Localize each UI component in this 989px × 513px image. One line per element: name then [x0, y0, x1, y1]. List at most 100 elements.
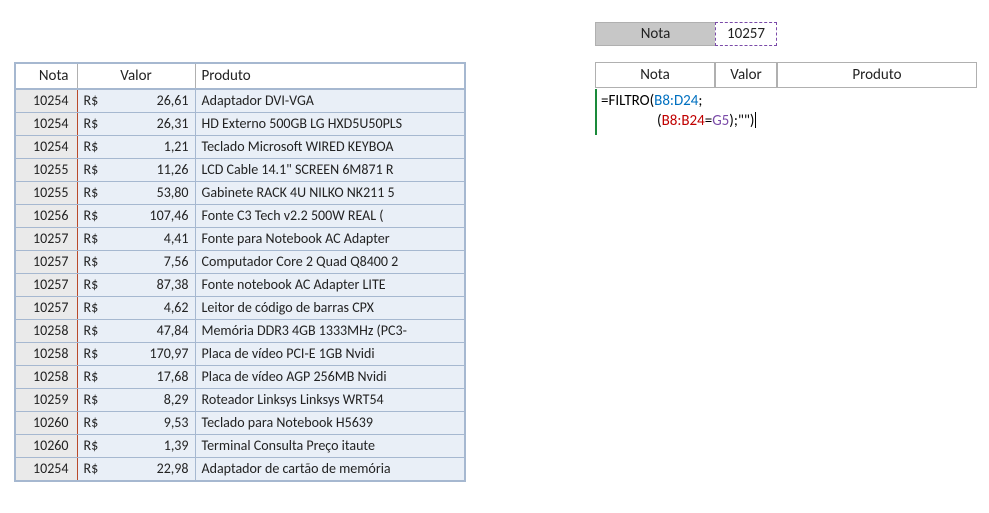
cell-currency[interactable]: R$: [77, 251, 111, 274]
lookup-label-cell[interactable]: Nota: [595, 22, 715, 46]
cell-nota[interactable]: 10255: [15, 159, 77, 182]
cell-currency[interactable]: R$: [77, 205, 111, 228]
cell-currency[interactable]: R$: [77, 89, 111, 113]
cell-valor[interactable]: 8,29: [111, 389, 195, 412]
table-row[interactable]: 10257R$7,56Computador Core 2 Quad Q8400 …: [15, 251, 465, 274]
cell-nota[interactable]: 10256: [15, 205, 77, 228]
text-caret: [755, 112, 756, 128]
cell-valor[interactable]: 26,61: [111, 89, 195, 113]
cell-nota[interactable]: 10257: [15, 251, 77, 274]
cell-produto[interactable]: Roteador Linksys Linksys WRT54: [195, 389, 465, 412]
table-row[interactable]: 10258R$47,84Memória DDR3 4GB 1333MHz (PC…: [15, 320, 465, 343]
cell-currency[interactable]: R$: [77, 297, 111, 320]
cell-produto[interactable]: Fonte notebook AC Adapter LITE: [195, 274, 465, 297]
formula-close2: );: [729, 112, 738, 130]
table-row[interactable]: 10260R$1,39Terminal Consulta Preço itaut…: [15, 435, 465, 458]
cell-produto[interactable]: Adaptador de cartão de memória: [195, 458, 465, 482]
cell-nota[interactable]: 10255: [15, 182, 77, 205]
table-row[interactable]: 10258R$17,68Placa de vídeo AGP 256MB Nvi…: [15, 366, 465, 389]
cell-currency[interactable]: R$: [77, 366, 111, 389]
cell-produto[interactable]: LCD Cable 14.1" SCREEN 6M871 R: [195, 159, 465, 182]
formula-edit-cell[interactable]: =FILTRO(B8:D24; (B8:B24=G5);""): [595, 89, 785, 135]
cell-valor[interactable]: 22,98: [111, 458, 195, 482]
cell-valor[interactable]: 53,80: [111, 182, 195, 205]
cell-currency[interactable]: R$: [77, 113, 111, 136]
cell-currency[interactable]: R$: [77, 228, 111, 251]
cell-produto[interactable]: Placa de vídeo AGP 256MB Nvidi: [195, 366, 465, 389]
header-valor: Valor: [77, 63, 195, 89]
cell-produto[interactable]: HD Externo 500GB LG HXD5U50PLS: [195, 113, 465, 136]
cell-valor[interactable]: 1,21: [111, 136, 195, 159]
cell-valor[interactable]: 87,38: [111, 274, 195, 297]
cell-currency[interactable]: R$: [77, 343, 111, 366]
cell-valor[interactable]: 1,39: [111, 435, 195, 458]
cell-nota[interactable]: 10257: [15, 297, 77, 320]
cell-nota[interactable]: 10258: [15, 343, 77, 366]
cell-nota[interactable]: 10254: [15, 113, 77, 136]
cell-valor[interactable]: 7,56: [111, 251, 195, 274]
table-row[interactable]: 10259R$8,29Roteador Linksys Linksys WRT5…: [15, 389, 465, 412]
cell-produto[interactable]: Gabinete RACK 4U NILKO NK211 5: [195, 182, 465, 205]
cell-valor[interactable]: 47,84: [111, 320, 195, 343]
cell-valor[interactable]: 4,62: [111, 297, 195, 320]
cell-currency[interactable]: R$: [77, 182, 111, 205]
table-row[interactable]: 10254R$22,98Adaptador de cartão de memór…: [15, 458, 465, 482]
formula-cell-ref: G5: [712, 112, 729, 130]
formula-range2: B8:B24: [662, 112, 705, 130]
cell-nota[interactable]: 10254: [15, 458, 77, 482]
cell-produto[interactable]: Terminal Consulta Preço itaute: [195, 435, 465, 458]
result-header-row: Nota Valor Produto: [595, 62, 977, 88]
cell-produto[interactable]: Fonte para Notebook AC Adapter: [195, 228, 465, 251]
table-row[interactable]: 10257R$87,38Fonte notebook AC Adapter LI…: [15, 274, 465, 297]
cell-produto[interactable]: Computador Core 2 Quad Q8400 2: [195, 251, 465, 274]
cell-nota[interactable]: 10258: [15, 366, 77, 389]
cell-produto[interactable]: Fonte C3 Tech v2.2 500W REAL (: [195, 205, 465, 228]
cell-produto[interactable]: Teclado para Notebook H5639: [195, 412, 465, 435]
table-row[interactable]: 10257R$4,41Fonte para Notebook AC Adapte…: [15, 228, 465, 251]
cell-valor[interactable]: 107,46: [111, 205, 195, 228]
cell-currency[interactable]: R$: [77, 159, 111, 182]
table-header-row: Nota Valor Produto: [15, 63, 465, 89]
cell-nota[interactable]: 10260: [15, 435, 77, 458]
cell-nota[interactable]: 10258: [15, 320, 77, 343]
formula-range1: B8:D24: [654, 92, 698, 110]
table-row[interactable]: 10257R$4,62Leitor de código de barras CP…: [15, 297, 465, 320]
cell-valor[interactable]: 26,31: [111, 113, 195, 136]
cell-produto[interactable]: Teclado Microsoft WIRED KEYBOA: [195, 136, 465, 159]
table-row[interactable]: 10258R$170,97Placa de vídeo PCI-E 1GB Nv…: [15, 343, 465, 366]
cell-currency[interactable]: R$: [77, 435, 111, 458]
table-body: 10254R$26,61Adaptador DVI-VGA10254R$26,3…: [15, 89, 465, 481]
table-row[interactable]: 10254R$26,61Adaptador DVI-VGA: [15, 89, 465, 113]
table-row[interactable]: 10256R$107,46Fonte C3 Tech v2.2 500W REA…: [15, 205, 465, 228]
cell-nota[interactable]: 10254: [15, 136, 77, 159]
cell-produto[interactable]: Placa de vídeo PCI-E 1GB Nvidi: [195, 343, 465, 366]
cell-produto[interactable]: Adaptador DVI-VGA: [195, 89, 465, 113]
table-row[interactable]: 10255R$11,26LCD Cable 14.1" SCREEN 6M871…: [15, 159, 465, 182]
cell-valor[interactable]: 170,97: [111, 343, 195, 366]
table-row[interactable]: 10255R$53,80Gabinete RACK 4U NILKO NK211…: [15, 182, 465, 205]
lookup-value-cell[interactable]: 10257: [715, 22, 777, 46]
cell-produto[interactable]: Leitor de código de barras CPX: [195, 297, 465, 320]
cell-valor[interactable]: 9,53: [111, 412, 195, 435]
cell-produto[interactable]: Memória DDR3 4GB 1333MHz (PC3-: [195, 320, 465, 343]
cell-nota[interactable]: 10257: [15, 228, 77, 251]
cell-valor[interactable]: 11,26: [111, 159, 195, 182]
cell-nota[interactable]: 10260: [15, 412, 77, 435]
cell-valor[interactable]: 4,41: [111, 228, 195, 251]
cell-valor[interactable]: 17,68: [111, 366, 195, 389]
cell-currency[interactable]: R$: [77, 274, 111, 297]
cell-nota[interactable]: 10254: [15, 89, 77, 113]
result-header-valor: Valor: [715, 63, 777, 87]
cell-currency[interactable]: R$: [77, 389, 111, 412]
cell-nota[interactable]: 10257: [15, 274, 77, 297]
cell-nota[interactable]: 10259: [15, 389, 77, 412]
cell-currency[interactable]: R$: [77, 458, 111, 482]
cell-currency[interactable]: R$: [77, 320, 111, 343]
table-row[interactable]: 10254R$26,31HD Externo 500GB LG HXD5U50P…: [15, 113, 465, 136]
cell-currency[interactable]: R$: [77, 412, 111, 435]
table-row[interactable]: 10260R$9,53Teclado para Notebook H5639: [15, 412, 465, 435]
cell-currency[interactable]: R$: [77, 136, 111, 159]
table-row[interactable]: 10254R$1,21Teclado Microsoft WIRED KEYBO…: [15, 136, 465, 159]
formula-func: FILTRO: [608, 92, 649, 110]
source-data-table[interactable]: Nota Valor Produto 10254R$26,61Adaptador…: [14, 62, 466, 482]
